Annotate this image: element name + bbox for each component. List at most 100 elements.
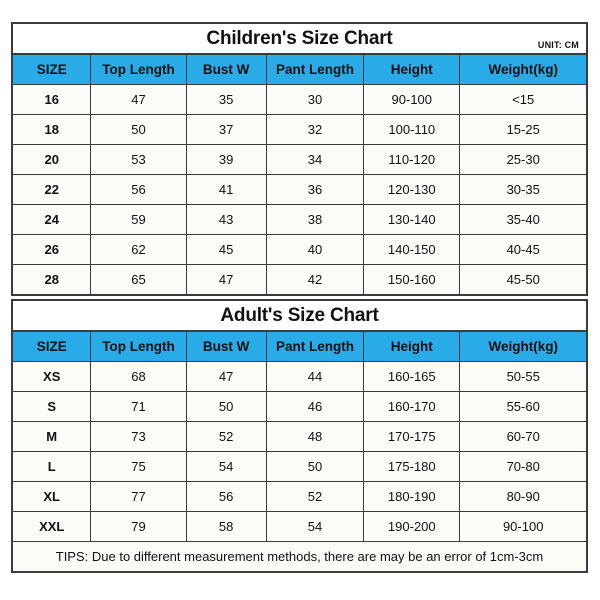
- measurement-cell: 36: [265, 173, 365, 205]
- column-header-size: SIZE: [13, 332, 92, 362]
- measurement-cell: 55-60: [459, 390, 586, 422]
- size-value-cell: L: [13, 450, 92, 482]
- adult-table-header-row: SIZE Top Length Bust W Pant Length Heigh…: [13, 332, 586, 362]
- adult-chart-title: Adult's Size Chart: [220, 305, 379, 326]
- measurement-cell: 160-170: [363, 390, 461, 422]
- measurement-cell: 53: [90, 143, 187, 175]
- size-chart-page: Children's Size Chart UNIT: CM SIZE Top …: [0, 0, 600, 600]
- table-row: 24 59 43 38 130-140 35-40: [13, 203, 586, 235]
- measurement-cell: 44: [265, 360, 365, 392]
- children-size-table: SIZE Top Length Bust W Pant Length Heigh…: [13, 55, 586, 294]
- measurement-cell: 32: [265, 113, 365, 145]
- size-value-cell: XXL: [13, 510, 92, 541]
- measurement-cell: 54: [265, 510, 365, 541]
- size-value-cell: 18: [13, 113, 92, 145]
- column-header-pant-length: Pant Length: [265, 332, 365, 362]
- measurement-cell: 90-100: [363, 83, 461, 115]
- tips-row: TIPS: Due to different measurement metho…: [13, 540, 586, 571]
- measurement-cell: 56: [185, 480, 267, 512]
- measurement-cell: 46: [265, 390, 365, 422]
- table-row: 18 50 37 32 100-110 15-25: [13, 113, 586, 145]
- adult-chart-title-bar: Adult's Size Chart: [13, 301, 586, 332]
- table-row: XXL 79 58 54 190-200 90-100: [13, 510, 586, 541]
- children-chart-title-bar: Children's Size Chart UNIT: CM: [13, 24, 586, 55]
- children-table-header-row: SIZE Top Length Bust W Pant Length Heigh…: [13, 55, 586, 85]
- measurement-cell: 65: [90, 263, 187, 294]
- column-header-pant-length: Pant Length: [265, 55, 365, 85]
- measurement-cell: 50: [265, 450, 365, 482]
- measurement-cell: 15-25: [459, 113, 586, 145]
- measurement-cell: 35-40: [459, 203, 586, 235]
- measurement-cell: 47: [90, 83, 187, 115]
- measurement-cell: 45-50: [459, 263, 586, 294]
- table-row: 20 53 39 34 110-120 25-30: [13, 143, 586, 175]
- measurement-cell: 75: [90, 450, 187, 482]
- measurement-cell: 62: [90, 233, 187, 265]
- measurement-cell: 38: [265, 203, 365, 235]
- table-row: S 71 50 46 160-170 55-60: [13, 390, 586, 422]
- column-header-size: SIZE: [13, 55, 92, 85]
- measurement-cell: 34: [265, 143, 365, 175]
- measurement-cell: 73: [90, 420, 187, 452]
- measurement-cell: 56: [90, 173, 187, 205]
- measurement-cell: 40-45: [459, 233, 586, 265]
- table-row: M 73 52 48 170-175 60-70: [13, 420, 586, 452]
- measurement-cell: 80-90: [459, 480, 586, 512]
- column-header-weight: Weight(kg): [459, 55, 586, 85]
- measurement-cell: <15: [459, 83, 586, 115]
- measurement-cell: 50: [90, 113, 187, 145]
- size-value-cell: 20: [13, 143, 92, 175]
- size-value-cell: S: [13, 390, 92, 422]
- measurement-cell: 70-80: [459, 450, 586, 482]
- measurement-cell: 77: [90, 480, 187, 512]
- size-value-cell: M: [13, 420, 92, 452]
- measurement-cell: 150-160: [363, 263, 461, 294]
- measurement-cell: 25-30: [459, 143, 586, 175]
- size-value-cell: XL: [13, 480, 92, 512]
- table-row: 28 65 47 42 150-160 45-50: [13, 263, 586, 294]
- measurement-cell: 50: [185, 390, 267, 422]
- size-value-cell: XS: [13, 360, 92, 392]
- measurement-cell: 140-150: [363, 233, 461, 265]
- measurement-cell: 100-110: [363, 113, 461, 145]
- measurement-cell: 37: [185, 113, 267, 145]
- table-row: XS 68 47 44 160-165 50-55: [13, 360, 586, 392]
- table-row: L 75 54 50 175-180 70-80: [13, 450, 586, 482]
- tips-note: TIPS: Due to different measurement metho…: [13, 540, 586, 571]
- measurement-cell: 45: [185, 233, 267, 265]
- measurement-cell: 39: [185, 143, 267, 175]
- measurement-cell: 180-190: [363, 480, 461, 512]
- measurement-cell: 54: [185, 450, 267, 482]
- measurement-cell: 190-200: [363, 510, 461, 541]
- measurement-cell: 160-165: [363, 360, 461, 392]
- measurement-cell: 41: [185, 173, 267, 205]
- column-header-top-length: Top Length: [90, 55, 187, 85]
- size-value-cell: 28: [13, 263, 92, 294]
- size-value-cell: 22: [13, 173, 92, 205]
- measurement-cell: 40: [265, 233, 365, 265]
- measurement-cell: 52: [265, 480, 365, 512]
- children-chart-title: Children's Size Chart: [206, 28, 393, 49]
- measurement-cell: 35: [185, 83, 267, 115]
- size-value-cell: 26: [13, 233, 92, 265]
- table-row: XL 77 56 52 180-190 80-90: [13, 480, 586, 512]
- table-row: 26 62 45 40 140-150 40-45: [13, 233, 586, 265]
- measurement-cell: 68: [90, 360, 187, 392]
- measurement-cell: 50-55: [459, 360, 586, 392]
- measurement-cell: 71: [90, 390, 187, 422]
- measurement-cell: 52: [185, 420, 267, 452]
- size-value-cell: 24: [13, 203, 92, 235]
- measurement-cell: 110-120: [363, 143, 461, 175]
- column-header-height: Height: [363, 55, 461, 85]
- children-size-chart-block: Children's Size Chart UNIT: CM SIZE Top …: [11, 22, 588, 296]
- table-row: 16 47 35 30 90-100 <15: [13, 83, 586, 115]
- measurement-cell: 79: [90, 510, 187, 541]
- unit-label: UNIT: CM: [537, 40, 579, 50]
- measurement-cell: 60-70: [459, 420, 586, 452]
- size-value-cell: 16: [13, 83, 92, 115]
- column-header-bust-w: Bust W: [185, 55, 267, 85]
- adult-size-chart-block: Adult's Size Chart SIZE Top Length Bust …: [11, 299, 588, 573]
- measurement-cell: 175-180: [363, 450, 461, 482]
- measurement-cell: 47: [185, 360, 267, 392]
- adult-size-table: SIZE Top Length Bust W Pant Length Heigh…: [13, 332, 586, 571]
